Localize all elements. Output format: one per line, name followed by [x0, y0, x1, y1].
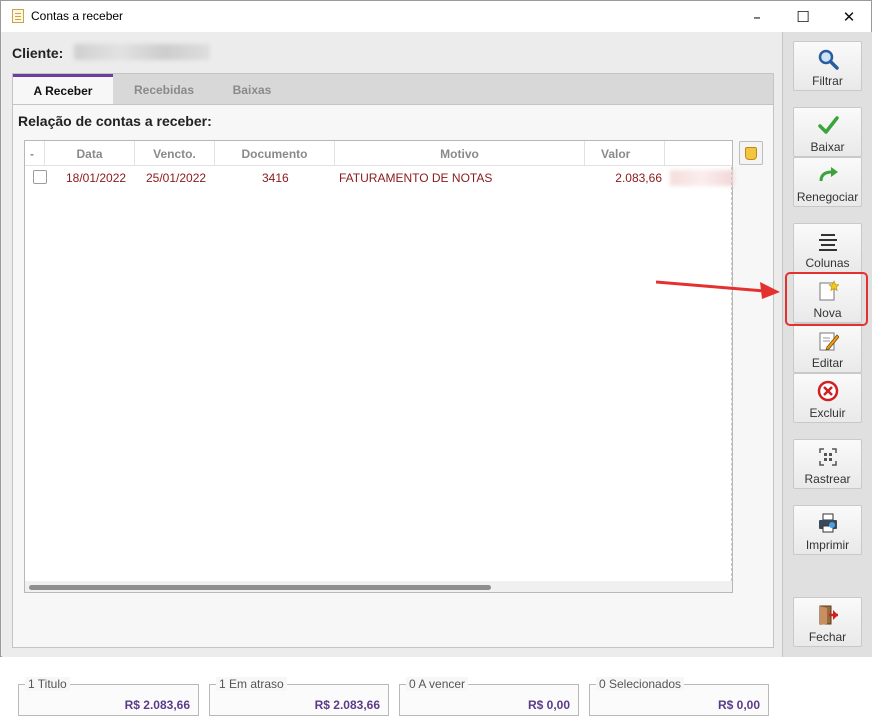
columns-icon	[817, 230, 839, 252]
annotation-arrow-icon	[656, 280, 780, 299]
excluir-button[interactable]: Excluir	[793, 373, 862, 423]
delete-icon	[817, 380, 839, 402]
summary-titulo: 1 Titulo R$ 2.083,66	[18, 677, 199, 716]
cell-data: 18/01/2022	[66, 171, 127, 185]
baixar-button[interactable]: Baixar	[793, 107, 862, 157]
cell-valor: 2.083,66	[615, 171, 662, 185]
summary-a-vencer: 0 A vencer R$ 0,00	[399, 677, 579, 716]
tab-baixas[interactable]: Baixas	[215, 74, 289, 105]
summary-selecionados-label: 0 Selecionados	[596, 677, 685, 691]
table-row[interactable]: 18/01/2022 25/01/2022 3416 FATURAMENTO D…	[25, 167, 734, 189]
column-header-documento[interactable]: Documento	[215, 141, 335, 166]
receivables-table: - Data Vencto. Documento Motivo Valor 18…	[24, 140, 734, 593]
minimize-icon: –	[753, 7, 761, 26]
contas-a-receber-window: Contas a receber – ☐ ✕ Cliente: A Recebe…	[0, 0, 872, 716]
renegociar-label: Renegociar	[796, 190, 859, 204]
scrollbar-thumb[interactable]	[29, 585, 491, 590]
table-header: - Data Vencto. Documento Motivo Valor	[25, 141, 732, 166]
summary-a-vencer-label: 0 A vencer	[406, 677, 469, 691]
grid-options-button[interactable]	[739, 141, 763, 165]
column-header-motivo[interactable]: Motivo	[335, 141, 585, 166]
action-sidebar: Filtrar Baixar Renegociar Colunas Nova E…	[782, 32, 872, 657]
filtrar-label: Filtrar	[812, 74, 843, 88]
search-icon	[817, 48, 839, 70]
fechar-label: Fechar	[808, 630, 847, 644]
tab-panel-a-receber: Relação de contas a receber: - Data Venc…	[12, 104, 774, 716]
rastrear-button[interactable]: Rastrear	[793, 439, 862, 489]
edit-pencil-icon	[817, 330, 839, 352]
excluir-label: Excluir	[809, 406, 846, 420]
app-icon	[12, 9, 24, 23]
panel-title: Relação de contas a receber:	[18, 113, 212, 129]
renegociar-button[interactable]: Renegociar	[793, 157, 862, 207]
cell-vencto: 25/01/2022	[146, 171, 207, 185]
horizontal-scrollbar[interactable]	[25, 581, 732, 592]
column-header-select[interactable]: -	[25, 141, 45, 166]
summary-titulo-label: 1 Titulo	[25, 677, 70, 691]
close-icon: ✕	[842, 7, 856, 26]
summary-em-atraso-label: 1 Em atraso	[216, 677, 287, 691]
print-icon	[817, 512, 839, 534]
close-button[interactable]: ✕	[826, 1, 872, 32]
summary-selecionados-value: R$ 0,00	[717, 698, 760, 712]
summary-em-atraso: 1 Em atraso R$ 2.083,66	[209, 677, 389, 716]
tab-bar: A Receber Recebidas Baixas	[12, 73, 774, 105]
baixar-label: Baixar	[810, 140, 845, 154]
summary-em-atraso-value: R$ 2.083,66	[314, 698, 380, 712]
tab-a-receber[interactable]: A Receber	[13, 74, 113, 105]
highlight-box-nova	[785, 272, 868, 326]
client-label: Cliente:	[12, 45, 64, 61]
colunas-button[interactable]: Colunas	[793, 223, 862, 273]
column-header-data[interactable]: Data	[45, 141, 135, 166]
summary-titulo-value: R$ 2.083,66	[124, 698, 190, 712]
fechar-button[interactable]: Fechar	[793, 597, 862, 647]
scan-track-icon	[817, 446, 839, 468]
client-value-redacted	[74, 44, 210, 60]
window-title: Contas a receber	[31, 9, 124, 23]
colunas-label: Colunas	[805, 256, 850, 270]
redacted-cell	[670, 170, 734, 186]
column-header-vencto[interactable]: Vencto.	[135, 141, 215, 166]
column-divider	[731, 167, 732, 581]
summary-selecionados: 0 Selecionados R$ 0,00	[589, 677, 769, 716]
main-content: Cliente: A Receber Recebidas Baixas Rela…	[2, 32, 782, 716]
column-header-valor[interactable]: Valor	[585, 141, 665, 166]
cell-motivo: FATURAMENTO DE NOTAS	[339, 171, 493, 185]
imprimir-button[interactable]: Imprimir	[793, 505, 862, 555]
summary-a-vencer-value: R$ 0,00	[527, 698, 570, 712]
editar-button[interactable]: Editar	[793, 323, 862, 373]
hand-pointer-icon	[745, 146, 757, 160]
checkmark-icon	[817, 114, 839, 136]
tab-recebidas[interactable]: Recebidas	[113, 74, 215, 105]
rastrear-label: Rastrear	[804, 472, 851, 486]
row-checkbox[interactable]	[33, 170, 47, 184]
title-bar: Contas a receber – ☐ ✕	[1, 1, 871, 32]
redo-arrow-icon	[817, 164, 839, 186]
imprimir-label: Imprimir	[805, 538, 850, 552]
filtrar-button[interactable]: Filtrar	[793, 41, 862, 91]
maximize-button[interactable]: ☐	[780, 1, 826, 32]
exit-door-icon	[817, 604, 839, 626]
editar-label: Editar	[811, 356, 844, 370]
minimize-button[interactable]: –	[734, 1, 780, 32]
maximize-icon: ☐	[796, 7, 810, 26]
cell-documento: 3416	[262, 171, 289, 185]
